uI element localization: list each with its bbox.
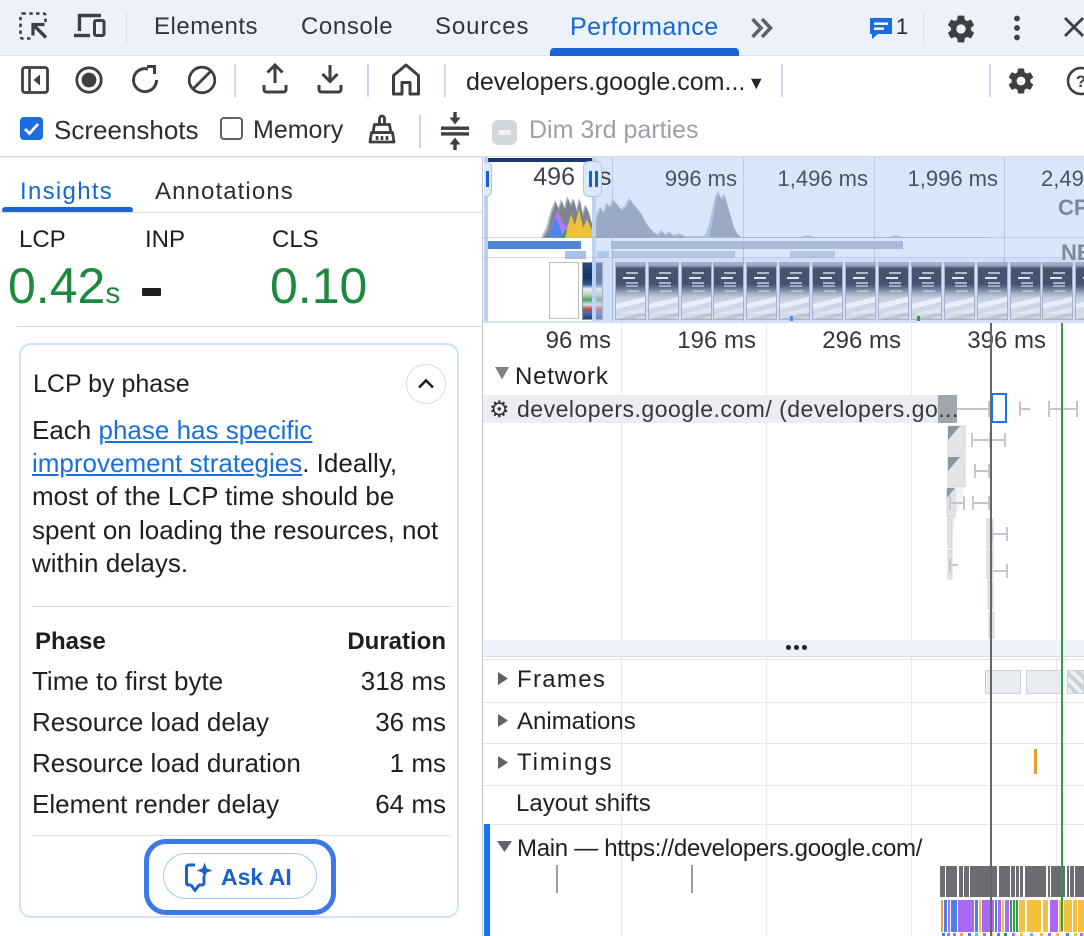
svg-text:?: ?	[1076, 72, 1084, 91]
